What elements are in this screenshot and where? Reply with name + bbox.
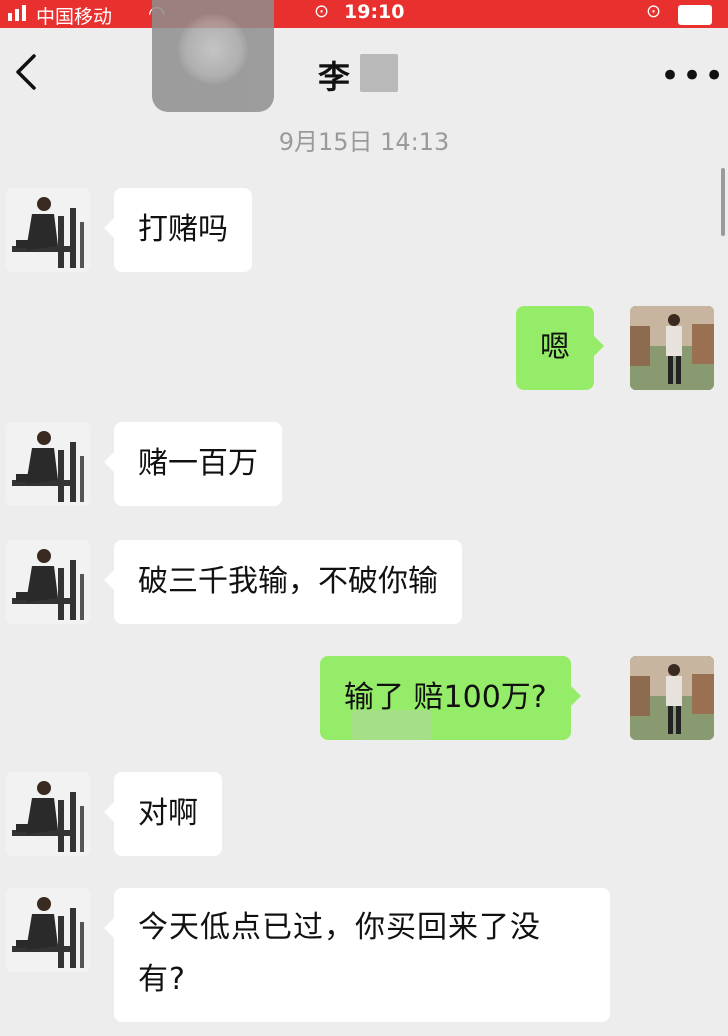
contact-avatar[interactable] <box>6 888 90 972</box>
message-bubble[interactable]: 赌一百万 <box>104 422 282 506</box>
rotation-lock-icon: ⊙ <box>646 1 662 22</box>
status-bar: 中国移动 ◠ ⊙ 19:10 ⊙ <box>0 0 728 28</box>
chat-header: 李 ••• <box>0 28 728 120</box>
name-redaction-mosaic <box>360 54 398 92</box>
person-sitting-icon <box>6 772 90 856</box>
chat-title: 李 <box>318 58 351 96</box>
contact-avatar[interactable] <box>6 422 90 506</box>
back-arrow-icon[interactable] <box>12 50 42 94</box>
person-standing-icon <box>630 656 714 740</box>
message-bubble[interactable]: 今天低点已过，你买回来了没有? <box>104 888 610 1022</box>
person-standing-icon <box>630 306 714 390</box>
status-time: 19:10 <box>344 1 405 23</box>
user-avatar[interactable] <box>630 306 714 390</box>
message-timestamp: 9月15日 14:13 <box>278 128 450 156</box>
person-sitting-icon <box>6 422 90 506</box>
message-bubble[interactable]: 打赌吗 <box>104 188 252 272</box>
message-bubble[interactable]: 嗯 <box>516 306 604 390</box>
person-sitting-icon <box>6 540 90 624</box>
message-bubble[interactable]: 破三千我输，不破你输 <box>104 540 462 624</box>
contact-avatar[interactable] <box>6 540 90 624</box>
signal-icon <box>8 5 26 21</box>
contact-avatar[interactable] <box>6 188 90 272</box>
battery-icon <box>678 5 712 25</box>
floating-window-overlay[interactable] <box>152 0 274 112</box>
alarm-icon: ⊙ <box>314 1 330 22</box>
more-options-icon[interactable]: ••• <box>660 56 726 96</box>
scrollbar[interactable] <box>721 168 725 236</box>
floating-ball-icon <box>178 14 248 84</box>
message-bubble[interactable]: 对啊 <box>104 772 222 856</box>
carrier-name: 中国移动 <box>36 6 113 28</box>
contact-avatar[interactable] <box>6 772 90 856</box>
person-sitting-icon <box>6 888 90 972</box>
user-avatar[interactable] <box>630 656 714 740</box>
redaction-mosaic <box>352 710 432 740</box>
person-sitting-icon <box>6 188 90 272</box>
